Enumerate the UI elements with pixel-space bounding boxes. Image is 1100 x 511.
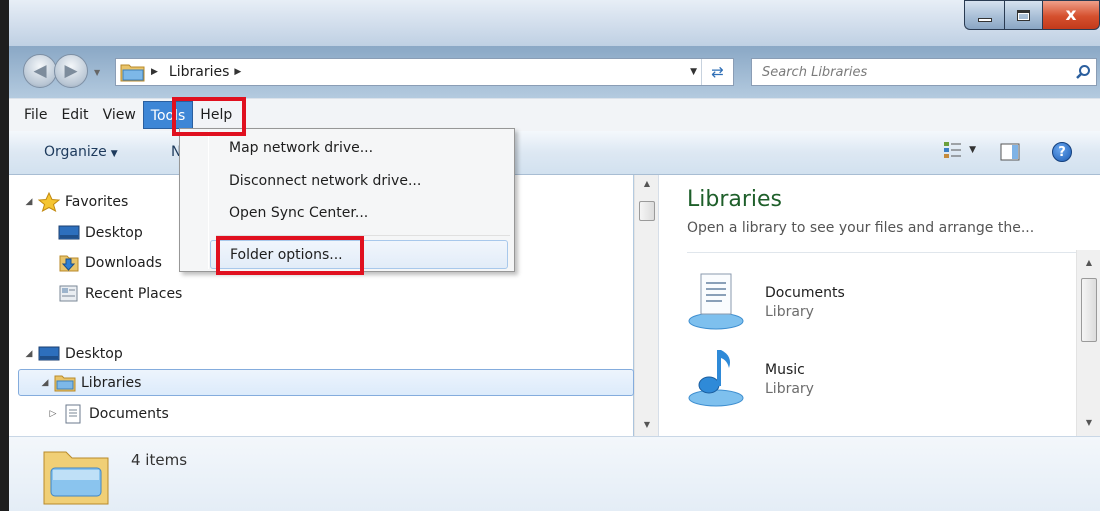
tree-label: Desktop xyxy=(65,345,123,362)
preview-pane-icon xyxy=(1000,143,1020,161)
breadcrumb-chevron-icon[interactable]: ▶ xyxy=(234,67,241,77)
tree-item-downloads[interactable]: Downloads xyxy=(55,249,162,276)
refresh-icon: ⇄ xyxy=(711,63,724,81)
scroll-thumb[interactable] xyxy=(639,201,655,221)
library-item-documents[interactable]: Documents Library xyxy=(687,268,845,332)
breadcrumb-chevron-icon[interactable]: ▶ xyxy=(151,67,158,77)
menu-help[interactable]: Help xyxy=(193,101,239,129)
tree-label: Recent Places xyxy=(85,285,183,302)
caption-buttons: x xyxy=(964,0,1100,30)
library-name: Music xyxy=(765,362,805,378)
library-name: Documents xyxy=(765,285,845,301)
expanded-triangle-icon[interactable]: ◢ xyxy=(39,378,51,388)
chevron-down-icon: ▼ xyxy=(110,149,118,159)
minimize-button[interactable] xyxy=(964,0,1004,30)
downloads-folder-icon xyxy=(59,255,79,271)
forward-button[interactable]: ▶ xyxy=(54,54,88,88)
change-view-button[interactable]: ▼ xyxy=(943,141,976,159)
tree-item-libraries[interactable]: ◢ Libraries xyxy=(18,369,634,396)
page-subtitle: Open a library to see your files and arr… xyxy=(687,220,1035,236)
tree-label: Documents xyxy=(89,405,169,422)
scroll-down-icon[interactable]: ▼ xyxy=(635,420,659,429)
organize-label: Organize xyxy=(44,144,107,160)
music-library-icon xyxy=(688,350,744,407)
minimize-icon xyxy=(977,18,992,22)
menu-item-disconnect-network-drive[interactable]: Disconnect network drive... xyxy=(183,167,511,196)
recent-pages-dropdown[interactable]: ▼ xyxy=(94,68,100,77)
tree-label: Favorites xyxy=(65,193,129,210)
chevron-down-icon: ▼ xyxy=(969,145,976,155)
divider xyxy=(687,252,1077,253)
menu-view[interactable]: View xyxy=(96,101,143,129)
menu-file[interactable]: File xyxy=(17,101,54,129)
expanded-triangle-icon[interactable]: ◢ xyxy=(23,349,35,359)
recent-places-icon xyxy=(59,285,78,301)
address-bar[interactable]: ▶ Libraries ▶ ▼ ⇄ xyxy=(115,58,734,86)
collapsed-triangle-icon[interactable]: ▷ xyxy=(47,409,59,419)
close-icon: x xyxy=(1065,5,1077,25)
tree-item-recent-places[interactable]: Recent Places xyxy=(55,280,182,307)
maximize-icon xyxy=(1017,9,1030,21)
content-pane: Libraries Open a library to see your fil… xyxy=(663,175,1100,436)
star-icon xyxy=(38,191,60,212)
address-row: ◀ ▶ ▼ ▶ Libraries ▶ ▼ ⇄ xyxy=(9,46,1100,96)
tree-label: Libraries xyxy=(81,374,142,391)
menu-tools[interactable]: Tools xyxy=(142,101,194,129)
library-kind: Library xyxy=(765,304,814,320)
help-icon[interactable]: ? xyxy=(1052,142,1072,162)
preview-pane-button[interactable] xyxy=(1000,143,1020,165)
address-history-dropdown[interactable]: ▼ xyxy=(690,67,697,77)
tree-label: Downloads xyxy=(85,254,162,271)
breadcrumb-libraries[interactable]: Libraries xyxy=(169,64,229,80)
expanded-triangle-icon[interactable]: ◢ xyxy=(23,197,35,207)
tree-item-desktop-favorite[interactable]: Desktop xyxy=(55,219,143,246)
refresh-button[interactable]: ⇄ xyxy=(701,59,733,85)
tree-item-documents[interactable]: ▷ Documents xyxy=(47,400,169,427)
tree-item-favorites[interactable]: ◢ Favorites xyxy=(23,188,128,215)
library-item-music[interactable]: Music Library xyxy=(687,345,814,409)
tools-menu: Map network drive... Disconnect network … xyxy=(179,128,515,272)
libraries-folder-icon xyxy=(43,451,109,505)
libraries-folder-icon xyxy=(54,375,76,391)
search-box xyxy=(751,58,1097,86)
library-kind: Library xyxy=(765,381,814,397)
desktop-icon xyxy=(38,346,60,360)
maximize-button[interactable] xyxy=(1004,0,1042,30)
scroll-up-icon[interactable]: ▲ xyxy=(635,179,659,188)
details-pane: 4 items xyxy=(9,436,1100,511)
menu-item-open-sync-center[interactable]: Open Sync Center... xyxy=(183,199,511,228)
libraries-folder-icon xyxy=(120,61,146,83)
menu-item-folder-options[interactable]: Folder options... xyxy=(210,240,508,269)
search-input[interactable] xyxy=(762,60,1070,84)
menu-bar: File Edit View Tools Help xyxy=(9,98,1100,131)
close-button[interactable]: x xyxy=(1042,0,1100,30)
back-button[interactable]: ◀ xyxy=(23,54,57,88)
scroll-up-icon[interactable]: ▲ xyxy=(1077,258,1100,267)
view-options-icon xyxy=(944,142,962,158)
tree-label: Desktop xyxy=(85,224,143,241)
documents-icon xyxy=(65,404,81,423)
menu-item-map-network-drive[interactable]: Map network drive... xyxy=(183,134,511,163)
search-icon[interactable] xyxy=(1070,59,1096,85)
command-bar: Organize ▼ N ▼ ? xyxy=(9,131,1100,175)
title-bar[interactable]: x xyxy=(9,0,1100,46)
back-arrow-icon: ◀ xyxy=(33,61,47,81)
tree-item-desktop[interactable]: ◢ Desktop xyxy=(23,340,123,367)
documents-library-icon xyxy=(688,273,744,330)
forward-arrow-icon: ▶ xyxy=(64,61,78,81)
organize-button[interactable]: Organize ▼ xyxy=(44,144,118,160)
navigation-scrollbar[interactable]: ▲ ▼ xyxy=(634,175,658,436)
window-left-edge xyxy=(0,0,9,511)
item-count: 4 items xyxy=(131,451,188,469)
scroll-down-icon[interactable]: ▼ xyxy=(1077,418,1100,427)
page-title: Libraries xyxy=(687,187,783,212)
content-scrollbar[interactable]: ▲ ▼ xyxy=(1076,250,1100,436)
menu-separator xyxy=(216,235,510,236)
menu-edit[interactable]: Edit xyxy=(54,101,95,129)
scroll-thumb[interactable] xyxy=(1081,278,1097,342)
desktop-icon xyxy=(58,225,80,239)
